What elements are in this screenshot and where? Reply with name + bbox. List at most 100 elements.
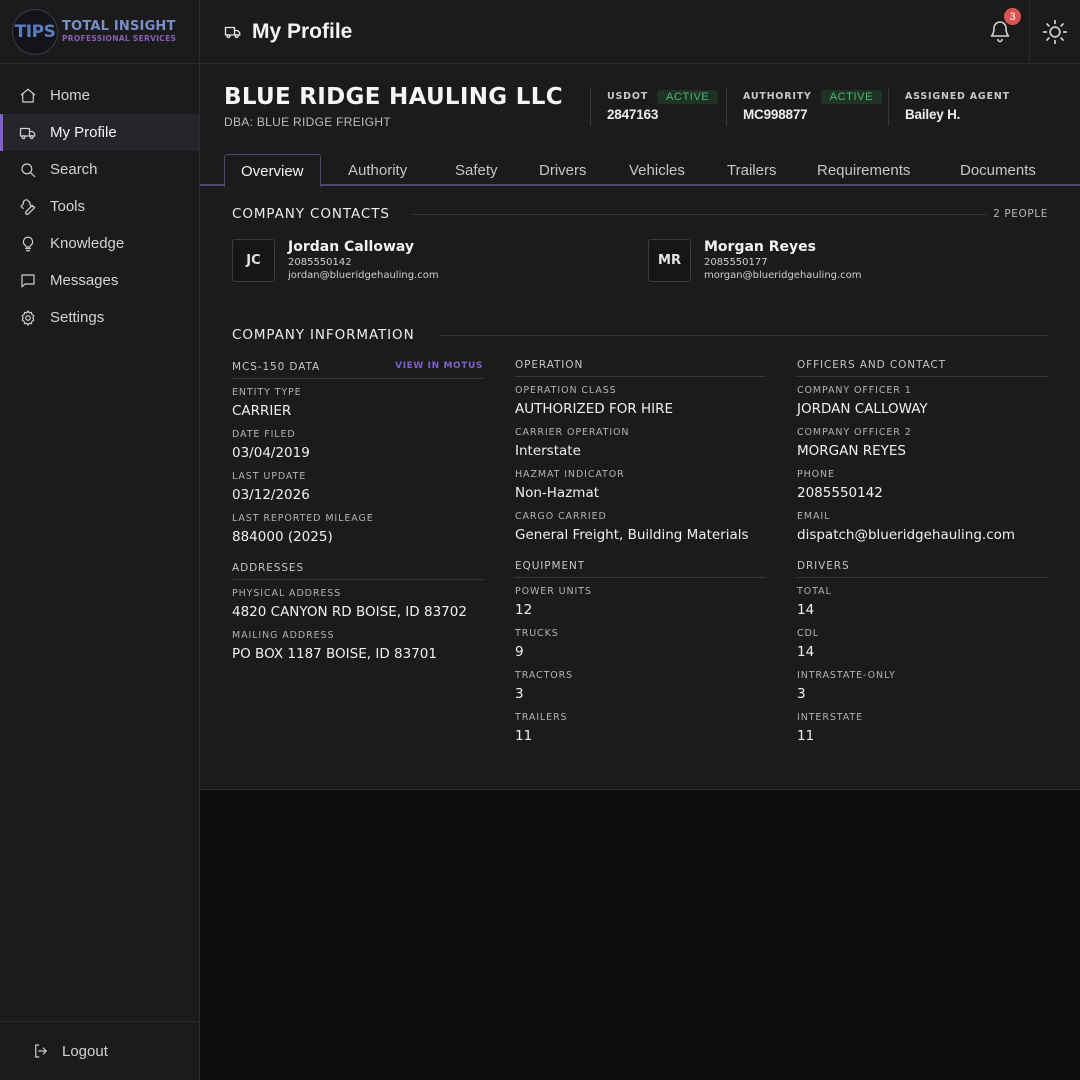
sidebar-item-my-profile[interactable]: My Profile [0, 114, 199, 151]
contact-phone: 2085550142 [288, 257, 352, 268]
assigned-agent-block: ASSIGNED AGENT Bailey H. [888, 88, 1010, 126]
company-name: BLUE RIDGE HAULING LLC [224, 84, 563, 110]
equipment-label: EQUIPMENT [515, 560, 586, 572]
field-value: JORDAN CALLOWAY [797, 401, 928, 417]
field-value: MORGAN REYES [797, 443, 906, 459]
tab-authority[interactable]: Authority [348, 154, 407, 186]
tab-drivers[interactable]: Drivers [539, 154, 587, 186]
field-value: PO BOX 1187 BOISE, ID 83701 [232, 646, 437, 662]
brand-logo[interactable]: TIPS TOTAL INSIGHT PROFESSIONAL SERVICES [0, 0, 199, 64]
avatar: MR [648, 239, 691, 282]
field-email: EMAIL dispatch@blueridgehauling.com [797, 511, 1048, 545]
field-label: POWER UNITS [515, 586, 592, 597]
logo-mark-text: TIPS [14, 21, 56, 42]
field-value: 03/12/2026 [232, 487, 310, 503]
sidebar-item-label: Home [50, 87, 91, 104]
field-label: TRACTORS [515, 670, 574, 681]
truck-icon [224, 26, 241, 38]
field-label: MAILING ADDRESS [232, 630, 335, 641]
section-title-contacts: COMPANY CONTACTS [232, 206, 390, 222]
field-label: INTERSTATE [797, 712, 863, 723]
tab-vehicles[interactable]: Vehicles [629, 154, 685, 186]
avatar: JC [232, 239, 275, 282]
authority-value: MC998877 [743, 107, 808, 122]
field-value: 4820 CANYON RD BOISE, ID 83702 [232, 604, 467, 620]
field-label: OPERATION CLASS [515, 385, 617, 396]
sidebar-item-tools[interactable]: Tools [0, 188, 199, 225]
sidebar-item-label: Messages [50, 272, 119, 289]
field-value: CARRIER [232, 403, 292, 419]
drivers-label: DRIVERS [797, 560, 850, 572]
notifications-button[interactable]: 3 [988, 8, 1021, 45]
field-value: 14 [797, 644, 815, 660]
sidebar-item-messages[interactable]: Messages [0, 262, 199, 299]
page-title: My Profile [200, 20, 352, 44]
logo-wordmark: TOTAL INSIGHT PROFESSIONAL SERVICES [62, 20, 176, 43]
usdot-value: 2847163 [607, 107, 659, 122]
addresses-label: ADDRESSES [232, 562, 305, 574]
header-divider [1029, 0, 1030, 63]
field-officer-2: COMPANY OFFICER 2 MORGAN REYES [797, 427, 1048, 461]
lightbulb-icon [19, 235, 37, 253]
field-label: ENTITY TYPE [232, 387, 302, 398]
view-in-motus-link[interactable]: VIEW IN MOTUS [395, 361, 483, 371]
search-icon [19, 161, 37, 179]
contact-name: Morgan Reyes [704, 239, 816, 255]
field-power-units: POWER UNITS 12 [515, 586, 765, 620]
company-heading: BLUE RIDGE HAULING LLC DBA: BLUE RIDGE F… [224, 84, 563, 129]
mcs150-label: MCS-150 DATA [232, 361, 321, 373]
top-header: My Profile 3 [200, 0, 1080, 64]
section-divider [411, 214, 987, 215]
section-title-company-info: COMPANY INFORMATION [232, 327, 415, 343]
sidebar-item-label: Search [50, 161, 98, 178]
authority-label: AUTHORITY [743, 91, 812, 102]
drivers-heading: DRIVERS [797, 560, 1048, 578]
sidebar-item-home[interactable]: Home [0, 77, 199, 114]
field-last-update: LAST UPDATE 03/12/2026 [232, 471, 483, 505]
contact-email: morgan@blueridgehauling.com [704, 270, 862, 281]
field-label: TRUCKS [515, 628, 559, 639]
sidebar-item-settings[interactable]: Settings [0, 299, 199, 336]
info-column-officers: OFFICERS AND CONTACT COMPANY OFFICER 1 JO… [797, 359, 1048, 746]
tab-overview[interactable]: Overview [224, 154, 321, 187]
field-label: LAST REPORTED MILEAGE [232, 513, 374, 524]
logout-icon [35, 1044, 47, 1058]
field-drivers-cdl: CDL 14 [797, 628, 1048, 662]
field-cargo-carried: CARGO CARRIED General Freight, Building M… [515, 511, 765, 545]
home-icon [19, 87, 37, 105]
field-value: General Freight, Building Materials [515, 527, 749, 543]
sidebar-item-knowledge[interactable]: Knowledge [0, 225, 199, 262]
contact-card[interactable]: JC Jordan Calloway 2085550142 jordan@blu… [232, 239, 439, 282]
field-value: 11 [797, 728, 815, 744]
field-entity-type: ENTITY TYPE CARRIER [232, 387, 483, 421]
field-value: 2085550142 [797, 485, 883, 501]
assigned-agent-label: ASSIGNED AGENT [905, 91, 1010, 102]
field-date-filed: DATE FILED 03/04/2019 [232, 429, 483, 463]
equipment-heading: EQUIPMENT [515, 560, 765, 578]
theme-toggle-button[interactable] [1042, 19, 1068, 45]
sidebar-item-label: My Profile [50, 124, 117, 141]
sidebar-item-label: Knowledge [50, 235, 125, 252]
field-value: 14 [797, 602, 815, 618]
field-label: TRAILERS [515, 712, 568, 723]
field-label: LAST UPDATE [232, 471, 307, 482]
sidebar: TIPS TOTAL INSIGHT PROFESSIONAL SERVICES… [0, 0, 200, 1080]
tab-safety[interactable]: Safety [455, 154, 498, 186]
field-tractors: TRACTORS 3 [515, 670, 765, 704]
logout-label: Logout [62, 1042, 108, 1060]
tab-documents[interactable]: Documents [960, 154, 1036, 186]
tab-requirements[interactable]: Requirements [817, 154, 910, 186]
usdot-block: USDOT ACTIVE 2847163 [590, 88, 719, 126]
field-label: CARRIER OPERATION [515, 427, 630, 438]
notification-count-badge: 3 [1004, 8, 1021, 25]
sidebar-item-search[interactable]: Search [0, 151, 199, 188]
contact-card[interactable]: MR Morgan Reyes 2085550177 morgan@blueri… [648, 239, 862, 282]
field-label: EMAIL [797, 511, 831, 522]
field-drivers-intrastate: INTRASTATE-ONLY 3 [797, 670, 1048, 704]
authority-status-badge: ACTIVE [820, 89, 883, 104]
field-value: 3 [515, 686, 524, 702]
logout-button[interactable]: Logout [0, 1021, 200, 1080]
tab-trailers[interactable]: Trailers [727, 154, 776, 186]
section-divider [439, 335, 1048, 336]
sidebar-nav: Home My Profile Search Tools Knowledge M… [0, 64, 199, 336]
